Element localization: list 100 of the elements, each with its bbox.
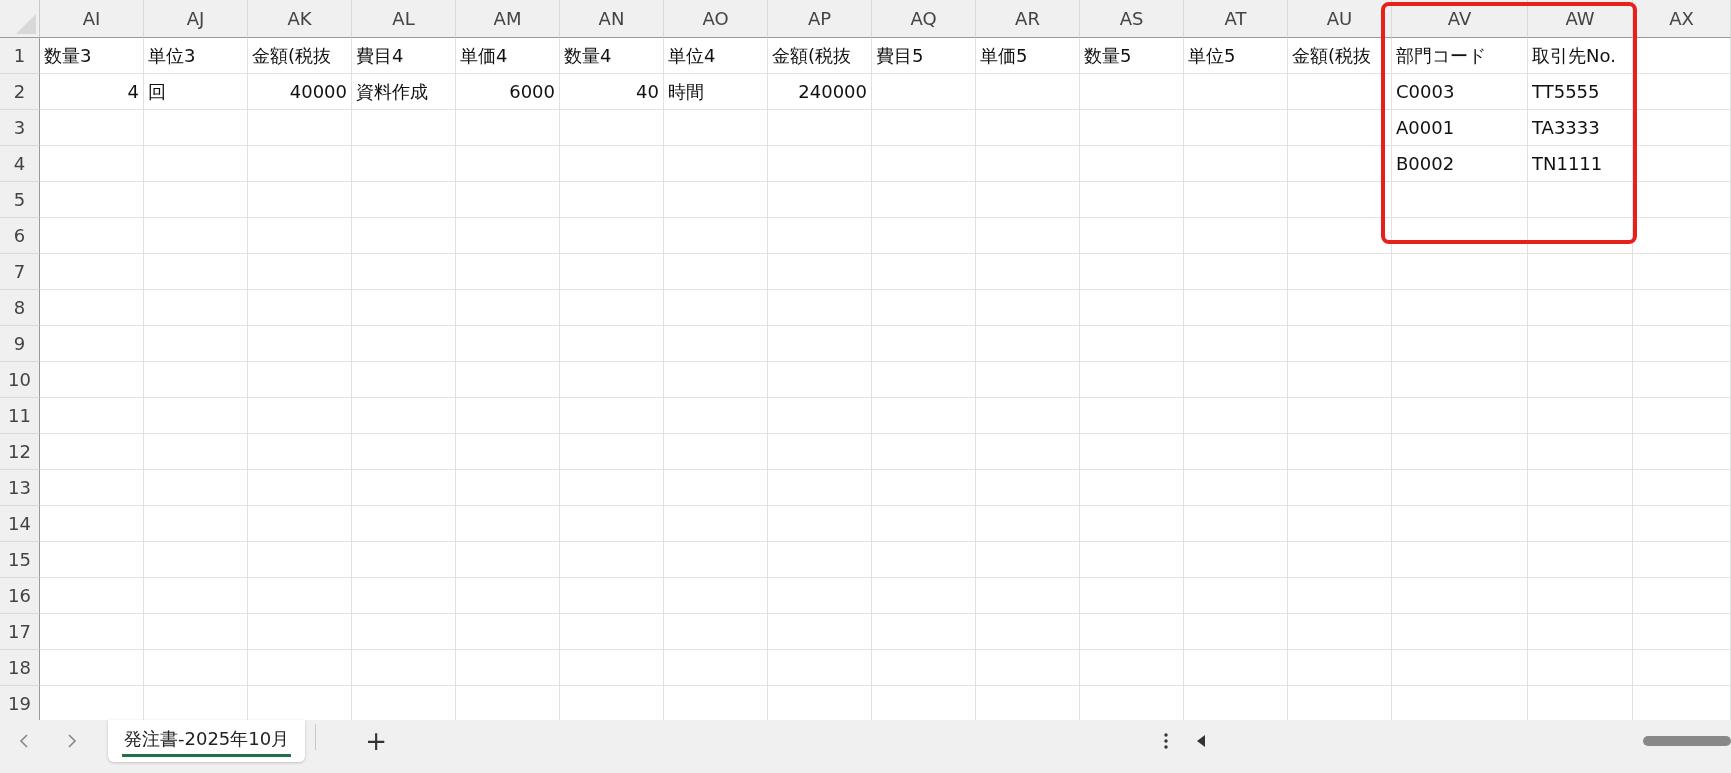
table-cell[interactable]	[456, 578, 560, 614]
table-cell[interactable]	[1080, 362, 1184, 398]
table-cell[interactable]	[1392, 578, 1528, 614]
table-cell[interactable]	[352, 650, 456, 686]
table-cell[interactable]	[1184, 254, 1288, 290]
table-cell[interactable]	[144, 470, 248, 506]
table-cell[interactable]	[144, 542, 248, 578]
table-cell[interactable]	[1288, 578, 1392, 614]
table-cell[interactable]	[456, 254, 560, 290]
table-cell[interactable]	[872, 74, 976, 110]
table-cell[interactable]	[1633, 506, 1731, 542]
table-cell[interactable]	[768, 146, 872, 182]
table-cell[interactable]	[40, 182, 144, 218]
table-cell[interactable]	[664, 470, 768, 506]
table-cell[interactable]	[144, 254, 248, 290]
table-cell[interactable]	[1392, 542, 1528, 578]
table-cell[interactable]	[664, 218, 768, 254]
table-cell[interactable]	[1184, 434, 1288, 470]
table-cell[interactable]	[872, 398, 976, 434]
table-cell[interactable]: TT5555	[1528, 74, 1633, 110]
table-cell[interactable]	[40, 110, 144, 146]
table-cell[interactable]: 資料作成	[352, 74, 456, 110]
table-cell[interactable]	[144, 326, 248, 362]
table-cell[interactable]	[664, 434, 768, 470]
table-cell[interactable]	[1528, 398, 1633, 434]
table-cell[interactable]	[1184, 290, 1288, 326]
table-cell[interactable]: TN1111	[1528, 146, 1633, 182]
row-header[interactable]: 2	[0, 74, 40, 110]
table-cell[interactable]: TA3333	[1528, 110, 1633, 146]
table-cell[interactable]	[560, 110, 664, 146]
table-cell[interactable]	[1392, 434, 1528, 470]
table-cell[interactable]	[1392, 362, 1528, 398]
row-header[interactable]: 8	[0, 290, 40, 326]
table-cell[interactable]	[1392, 614, 1528, 650]
table-cell[interactable]	[456, 218, 560, 254]
table-cell[interactable]	[768, 182, 872, 218]
table-cell[interactable]	[768, 542, 872, 578]
column-header[interactable]: AI	[40, 0, 144, 38]
table-cell[interactable]	[1528, 614, 1633, 650]
table-cell[interactable]	[1633, 254, 1731, 290]
table-cell[interactable]	[1288, 74, 1392, 110]
scrollbar-thumb[interactable]	[1643, 736, 1731, 746]
table-cell[interactable]	[1184, 470, 1288, 506]
table-cell[interactable]: 時間	[664, 74, 768, 110]
table-cell[interactable]	[664, 506, 768, 542]
table-cell[interactable]	[144, 578, 248, 614]
table-cell[interactable]	[768, 506, 872, 542]
table-cell[interactable]	[40, 614, 144, 650]
table-cell[interactable]	[976, 398, 1080, 434]
row-header[interactable]: 16	[0, 578, 40, 614]
table-cell[interactable]	[1288, 470, 1392, 506]
table-cell[interactable]	[1633, 542, 1731, 578]
table-cell[interactable]	[1288, 542, 1392, 578]
table-cell[interactable]	[352, 326, 456, 362]
table-cell[interactable]	[560, 254, 664, 290]
table-cell[interactable]	[1528, 326, 1633, 362]
table-cell[interactable]	[560, 614, 664, 650]
table-cell[interactable]	[560, 506, 664, 542]
table-cell[interactable]	[1528, 650, 1633, 686]
table-cell[interactable]: 数量5	[1080, 38, 1184, 74]
table-cell[interactable]	[976, 542, 1080, 578]
table-cell[interactable]	[144, 434, 248, 470]
table-cell[interactable]	[352, 506, 456, 542]
row-header[interactable]: 13	[0, 470, 40, 506]
row-header[interactable]: 1	[0, 38, 40, 74]
table-cell[interactable]	[872, 470, 976, 506]
table-cell[interactable]	[1392, 650, 1528, 686]
table-cell[interactable]	[664, 254, 768, 290]
table-cell[interactable]	[1184, 506, 1288, 542]
table-cell[interactable]	[664, 542, 768, 578]
table-cell[interactable]	[40, 542, 144, 578]
table-cell[interactable]	[456, 362, 560, 398]
table-cell[interactable]: A0001	[1392, 110, 1528, 146]
table-cell[interactable]	[768, 614, 872, 650]
table-cell[interactable]	[664, 182, 768, 218]
table-cell[interactable]	[1392, 470, 1528, 506]
table-cell[interactable]	[1528, 362, 1633, 398]
table-cell[interactable]	[248, 398, 352, 434]
row-header[interactable]: 18	[0, 650, 40, 686]
table-cell[interactable]	[1288, 650, 1392, 686]
table-cell[interactable]: 数量3	[40, 38, 144, 74]
table-cell[interactable]	[976, 290, 1080, 326]
row-header[interactable]: 12	[0, 434, 40, 470]
row-header[interactable]: 3	[0, 110, 40, 146]
row-header[interactable]: 17	[0, 614, 40, 650]
table-cell[interactable]	[560, 470, 664, 506]
table-cell[interactable]	[1288, 506, 1392, 542]
table-cell[interactable]	[352, 398, 456, 434]
table-cell[interactable]	[1080, 218, 1184, 254]
table-cell[interactable]	[1633, 218, 1731, 254]
table-cell[interactable]	[1288, 614, 1392, 650]
table-cell[interactable]	[1080, 290, 1184, 326]
table-cell[interactable]	[1080, 470, 1184, 506]
column-header[interactable]: AQ	[872, 0, 976, 38]
table-cell[interactable]	[40, 578, 144, 614]
table-cell[interactable]	[1633, 614, 1731, 650]
table-cell[interactable]: 金額(税抜	[1288, 38, 1392, 74]
table-cell[interactable]	[248, 650, 352, 686]
table-cell[interactable]	[1184, 398, 1288, 434]
table-cell[interactable]	[872, 542, 976, 578]
